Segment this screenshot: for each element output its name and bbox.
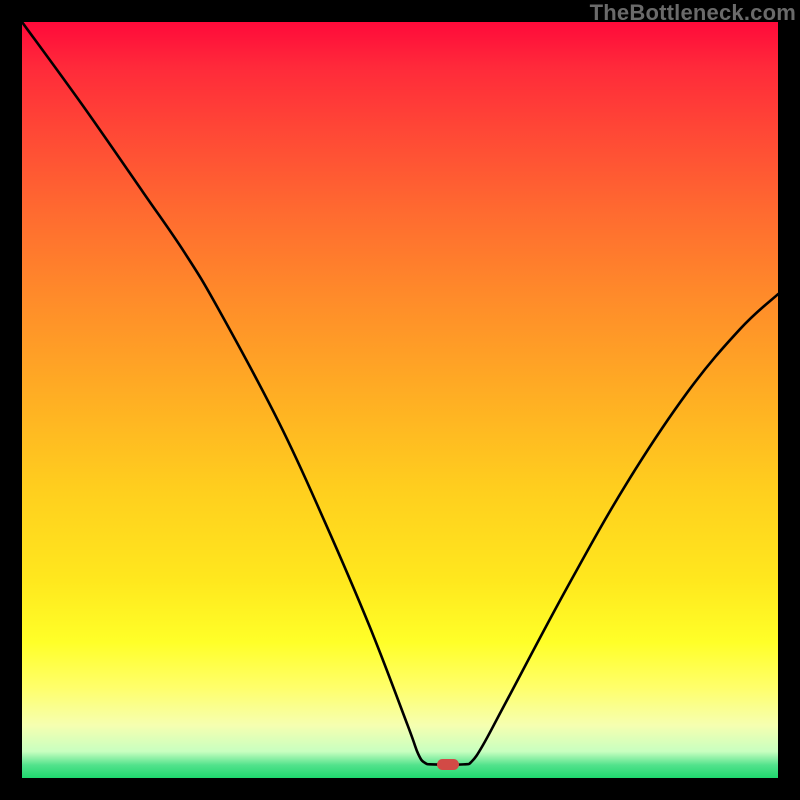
bottleneck-curve bbox=[22, 22, 778, 778]
plot-area bbox=[22, 22, 778, 778]
chart-frame: TheBottleneck.com bbox=[0, 0, 800, 800]
watermark-text: TheBottleneck.com bbox=[590, 0, 796, 26]
optimal-marker bbox=[437, 759, 459, 770]
